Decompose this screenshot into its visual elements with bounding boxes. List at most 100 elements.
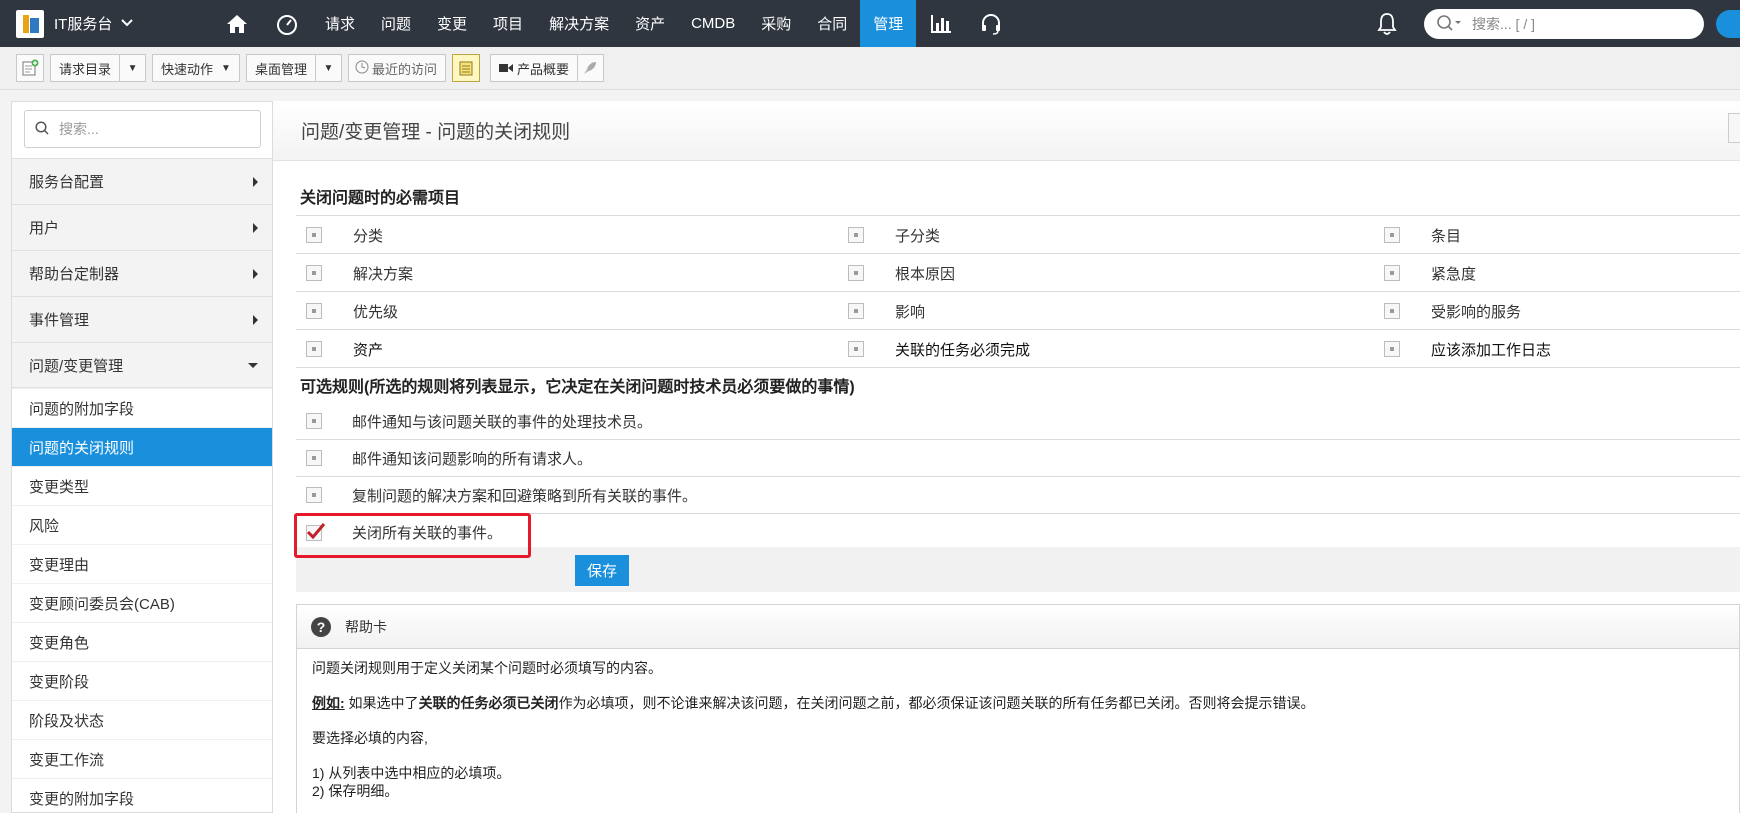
nav-solutions[interactable]: 解决方案 — [536, 0, 622, 47]
nav-changes[interactable]: 变更 — [424, 0, 480, 47]
required-item-subcategory: 子分类 — [838, 216, 940, 254]
required-item-urgency: 紧急度 — [1374, 254, 1476, 292]
help-step: 1) 从列表中选中相应的必填项。 — [312, 765, 511, 781]
checkbox[interactable] — [1384, 227, 1400, 243]
sidebar-section-helpdesk-customizer[interactable]: 帮助台定制器 — [12, 250, 272, 296]
checkbox[interactable] — [848, 227, 864, 243]
help-example-text: 如果选中了 — [344, 695, 419, 711]
clock-icon — [349, 60, 369, 77]
nav-problems[interactable]: 问题 — [368, 0, 424, 47]
help-card-body: 问题关闭规则用于定义关闭某个问题时必须填写的内容。 例如: 如果选中了关联的任务… — [297, 649, 1739, 800]
required-items-title: 关闭问题时的必需项目 — [300, 190, 461, 207]
search-icon — [1436, 14, 1462, 35]
checkbox[interactable] — [306, 450, 322, 466]
nav-contracts[interactable]: 合同 — [804, 0, 860, 47]
required-item-label: 资产 — [353, 341, 384, 359]
optional-rule-label: 邮件通知与该问题关联的事件的处理技术员。 — [352, 413, 653, 431]
checkbox[interactable] — [1384, 265, 1400, 281]
checkbox[interactable] — [1384, 303, 1400, 319]
help-example-label: 例如: — [312, 695, 345, 711]
help-intro: 问题关闭规则用于定义关闭某个问题时必须填写的内容。 — [312, 660, 662, 676]
required-item-label: 优先级 — [353, 303, 399, 321]
sidebar-item-change-stages[interactable]: 变更阶段 — [12, 661, 272, 700]
sidebar-item-problem-closure-rules[interactable]: 问题的关闭规则 — [12, 427, 272, 466]
home-icon[interactable] — [212, 0, 262, 47]
header-side-tab[interactable] — [1728, 113, 1740, 143]
reports-chart-icon[interactable] — [916, 0, 966, 47]
checkbox[interactable] — [1384, 341, 1400, 357]
caret-down-icon — [248, 362, 258, 368]
checkbox[interactable] — [306, 341, 322, 357]
request-catalog-dropdown[interactable]: 请求目录 ▼ — [50, 54, 147, 82]
sidebar-section-problem-change-mgmt[interactable]: 问题/变更管理 — [12, 342, 272, 388]
quick-actions-dropdown[interactable]: 快速动作 ▼ — [152, 54, 240, 82]
question-icon: ? — [311, 616, 331, 637]
dashboard-gauge-icon[interactable] — [262, 0, 312, 47]
sidebar-item-stages-status[interactable]: 阶段及状态 — [12, 700, 272, 739]
required-item-affected-services: 受影响的服务 — [1374, 292, 1521, 330]
required-items-table: 分类 子分类 条目 解决方案 根本原因 紧急度 优先级 影响 受影响的服务 资产… — [296, 215, 1740, 368]
required-item-category: 分类 — [296, 216, 383, 254]
required-item-label: 分类 — [353, 227, 384, 245]
caret-right-icon — [253, 314, 258, 325]
checkbox[interactable] — [306, 487, 322, 503]
required-item-label: 子分类 — [895, 227, 941, 245]
sidebar-item-problem-additional-fields[interactable]: 问题的附加字段 — [12, 388, 272, 427]
save-button[interactable]: 保存 — [575, 555, 629, 586]
required-item-label: 解决方案 — [353, 265, 414, 283]
app-name: IT服务台 — [54, 16, 113, 33]
video-camera-icon — [491, 61, 513, 76]
nav-assets[interactable]: 资产 — [622, 0, 678, 47]
sidebar-item-change-workflow[interactable]: 变更工作流 — [12, 739, 272, 778]
sidebar-section-label: 问题/变更管理 — [29, 357, 124, 375]
sidebar-search-input[interactable]: 搜索... — [24, 110, 261, 148]
user-menu-button[interactable] — [1716, 10, 1740, 38]
product-overview-button[interactable]: 产品概要 — [489, 54, 604, 82]
checkbox[interactable] — [306, 413, 322, 429]
desktop-mgmt-dropdown[interactable]: 桌面管理 ▼ — [245, 54, 342, 82]
main-nav: 请求 问题 变更 项目 解决方案 资产 CMDB 采购 合同 管理 — [212, 0, 1016, 47]
required-item-item: 条目 — [1374, 216, 1461, 254]
sidebar-item-risk[interactable]: 风险 — [12, 505, 272, 544]
checkbox[interactable] — [306, 303, 322, 319]
table-row: 优先级 影响 受影响的服务 — [296, 292, 1740, 330]
checkbox[interactable] — [306, 265, 322, 281]
caret-right-icon — [253, 268, 258, 279]
checkbox[interactable] — [848, 265, 864, 281]
desktop-mgmt-label: 桌面管理 — [254, 61, 307, 77]
nav-admin[interactable]: 管理 — [860, 0, 917, 47]
optional-rule-notify-incident-techs: 邮件通知与该问题关联的事件的处理技术员。 — [296, 403, 1740, 440]
sidebar-section-users[interactable]: 用户 — [12, 204, 272, 250]
new-request-button[interactable] — [16, 54, 44, 82]
caret-right-icon — [253, 222, 258, 233]
sidebar-item-change-roles[interactable]: 变更角色 — [12, 622, 272, 661]
sidebar-section-incident-mgmt[interactable]: 事件管理 — [12, 296, 272, 342]
checkbox[interactable] — [306, 227, 322, 243]
nav-projects[interactable]: 项目 — [480, 0, 536, 47]
support-headset-icon[interactable] — [966, 0, 1016, 47]
checkbox[interactable] — [848, 341, 864, 357]
sidebar-search-placeholder: 搜索... — [59, 121, 99, 137]
sidebar-item-change-types[interactable]: 变更类型 — [12, 466, 272, 505]
notification-bell-icon[interactable] — [1376, 12, 1398, 36]
recent-visits-button[interactable]: 最近的访问 — [347, 54, 446, 82]
sidebar-section-service-desk-config[interactable]: 服务台配置 — [12, 158, 272, 204]
required-item-label: 紧急度 — [1431, 265, 1477, 283]
help-step: 2) 保存明细。 — [312, 783, 399, 799]
notes-button[interactable] — [451, 54, 480, 82]
required-item-worklog: 应该添加工作日志 — [1374, 330, 1551, 368]
rocket-icon[interactable] — [576, 55, 603, 81]
sidebar-item-cab[interactable]: 变更顾问委员会(CAB) — [12, 583, 272, 622]
nav-cmdb[interactable]: CMDB — [678, 0, 748, 47]
required-item-label: 条目 — [1431, 227, 1462, 245]
sidebar-item-change-additional-fields[interactable]: 变更的附加字段 — [12, 778, 272, 813]
checkbox[interactable] — [848, 303, 864, 319]
required-item-resolution: 解决方案 — [296, 254, 413, 292]
required-item-label: 影响 — [895, 303, 926, 321]
search-icon — [35, 120, 49, 138]
nav-requests[interactable]: 请求 — [312, 0, 368, 47]
global-search-input[interactable]: 搜索... [ / ] — [1424, 9, 1704, 39]
app-switcher[interactable]: IT服务台 — [0, 0, 170, 47]
sidebar-item-change-reasons[interactable]: 变更理由 — [12, 544, 272, 583]
nav-purchase[interactable]: 采购 — [748, 0, 804, 47]
